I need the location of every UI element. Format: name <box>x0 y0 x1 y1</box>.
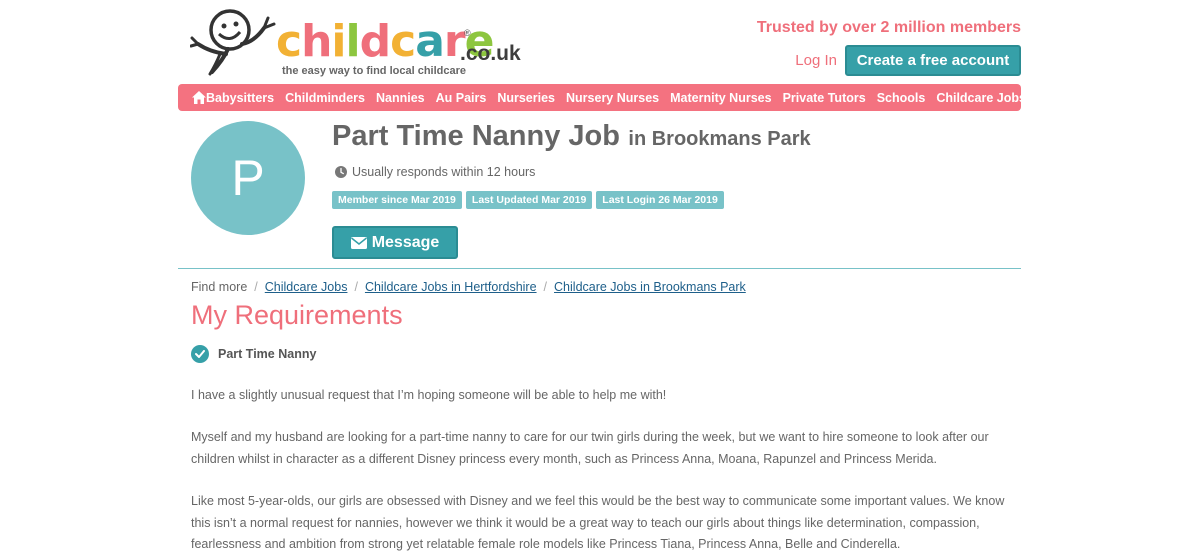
login-link[interactable]: Log In <box>795 52 837 69</box>
description-paragraph-2: Myself and my husband are looking for a … <box>191 430 989 466</box>
logo-letter: l <box>345 16 361 67</box>
logo-letter: c <box>390 16 416 67</box>
badge-last-login: Last Login 26 Mar 2019 <box>596 191 724 209</box>
logo-letter: h <box>301 16 332 67</box>
response-time-text: Usually responds within 12 hours <box>352 165 536 179</box>
logo-domain: .co.uk <box>460 42 521 65</box>
nav-nursery-nurses[interactable]: Nursery Nurses <box>566 91 659 105</box>
logo-letter: a <box>415 16 445 67</box>
home-icon[interactable] <box>192 91 206 104</box>
logo-letter: c <box>276 16 302 67</box>
main-nav: Babysitters Childminders Nannies Au Pair… <box>178 84 1026 111</box>
badge-member-since: Member since Mar 2019 <box>332 191 462 209</box>
breadcrumb-childcare-jobs[interactable]: Childcare Jobs <box>265 280 348 294</box>
smiley-figure-icon <box>190 9 276 76</box>
description-paragraph-3: Like most 5-year-olds, our girls are obs… <box>191 494 1005 551</box>
message-button-label: Message <box>371 233 440 251</box>
logo-registered-mark: ® <box>464 28 471 38</box>
childcare-logo[interactable]: childcare ® .co.uk the easy way to find … <box>190 8 521 78</box>
requirement-label: Part Time Nanny <box>218 347 317 361</box>
section-divider <box>178 268 1021 269</box>
logo-letter: d <box>359 16 391 67</box>
message-button[interactable]: Message <box>332 226 458 259</box>
logo-tagline: the easy way to find local childcare <box>282 65 467 77</box>
job-location: in Brookmans Park <box>628 128 811 150</box>
breadcrumb-separator: / <box>543 280 548 294</box>
nav-schools[interactable]: Schools <box>877 91 926 105</box>
avatar: P <box>191 121 305 235</box>
breadcrumb-hertfordshire[interactable]: Childcare Jobs in Hertfordshire <box>365 280 537 294</box>
requirements-heading: My Requirements <box>191 300 403 330</box>
nav-babysitters[interactable]: Babysitters <box>206 91 274 105</box>
check-circle-icon <box>191 345 209 363</box>
nav-maternity-nurses[interactable]: Maternity Nurses <box>670 91 771 105</box>
status-badges: Member since Mar 2019 Last Updated Mar 2… <box>332 191 728 209</box>
clock-icon <box>335 166 347 178</box>
response-time: Usually responds within 12 hours <box>335 165 535 179</box>
breadcrumb-brookmans-park[interactable]: Childcare Jobs in Brookmans Park <box>554 280 746 294</box>
nav-childminders[interactable]: Childminders <box>285 91 365 105</box>
description-paragraph-1: I have a slightly unusual request that I… <box>191 388 667 402</box>
envelope-icon <box>350 236 367 249</box>
nav-private-tutors[interactable]: Private Tutors <box>783 91 866 105</box>
create-account-button[interactable]: Create a free account <box>845 45 1021 76</box>
nav-nurseries[interactable]: Nurseries <box>497 91 555 105</box>
breadcrumb: Find more / Childcare Jobs / Childcare Jobs … <box>191 280 746 294</box>
breadcrumb-prefix: Find more <box>191 280 248 294</box>
badge-last-updated: Last Updated Mar 2019 <box>465 191 593 209</box>
nav-nannies[interactable]: Nannies <box>376 91 425 105</box>
nav-childcare-jobs[interactable]: Childcare Jobs <box>936 91 1026 105</box>
breadcrumb-separator: / <box>254 280 258 294</box>
trusted-banner: Trusted by over 2 million members <box>756 19 1021 36</box>
nav-au-pairs[interactable]: Au Pairs <box>436 91 487 105</box>
job-title: Part Time Nanny Job <box>332 120 620 152</box>
logo-letter: i <box>331 16 346 67</box>
requirement-item: Part Time Nanny <box>191 345 316 363</box>
page-title: Part Time Nanny Job in Brookmans Park <box>332 120 811 153</box>
breadcrumb-separator: / <box>354 280 358 294</box>
